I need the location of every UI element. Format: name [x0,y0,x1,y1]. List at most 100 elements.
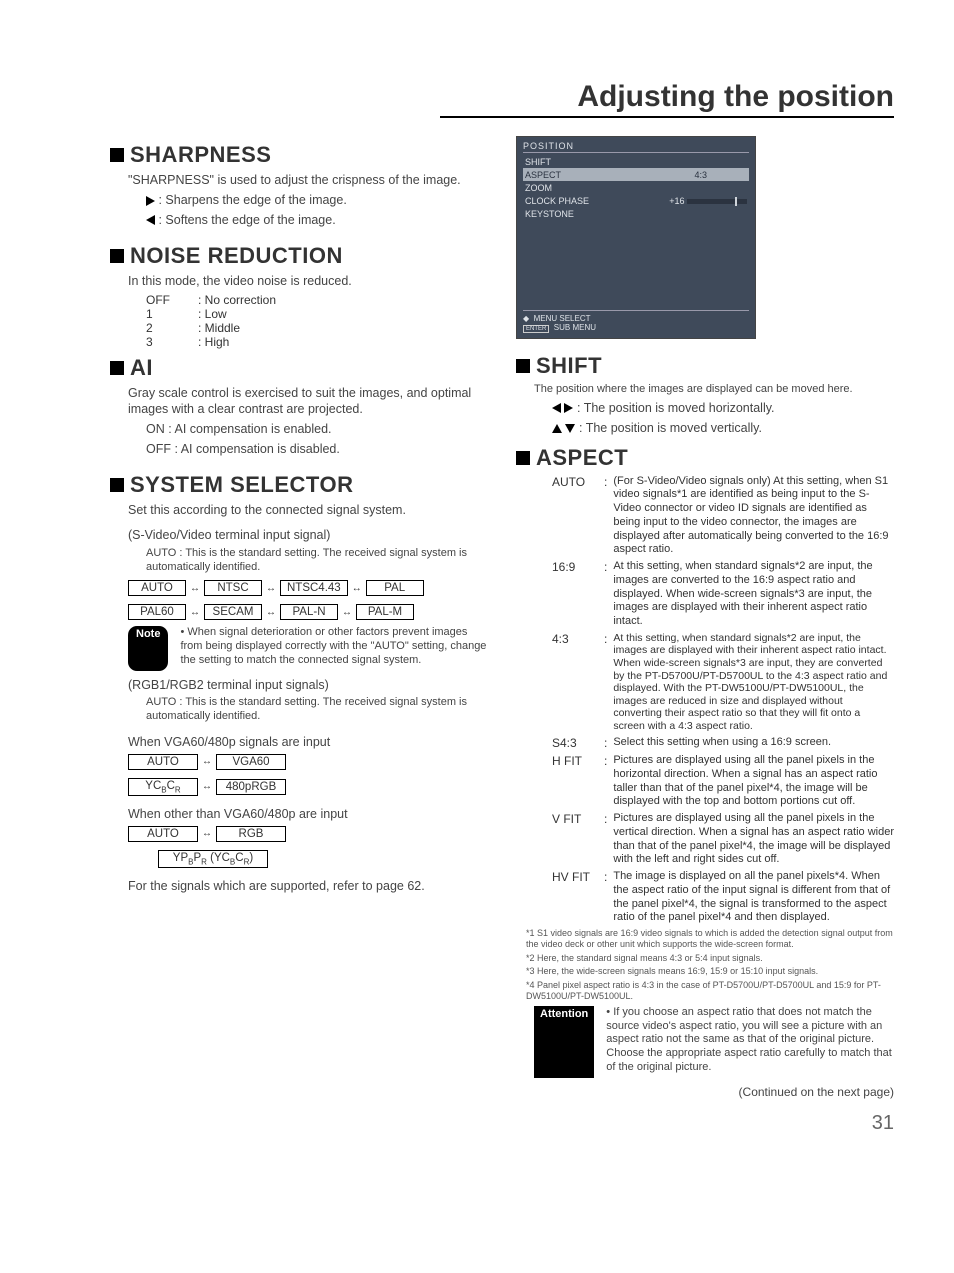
ai-body: Gray scale control is exercised to suit … [128,385,488,419]
sys-cell: AUTO [128,754,198,770]
sys-cell: AUTO [128,826,198,842]
osd-label: CLOCK PHASE [525,196,589,206]
square-bullet-icon [516,451,530,465]
list-item: 4:3:At this setting, when standard signa… [552,632,894,733]
osd-screenshot: POSITION SHIFT ASPECT 4:3 ZOOM CLOCK PHAS… [516,136,756,339]
note-badge: Note [128,626,168,670]
osd-label: ZOOM [525,183,552,193]
text: When signal deterioration or other facto… [180,626,486,666]
sys-auto2: AUTO : This is the standard setting. The… [146,696,488,724]
val: The image is displayed on all the panel … [613,870,894,925]
sys-cell: 480pRGB [216,779,286,795]
sys-sv-label: (S-Video/Video terminal input signal) [128,527,488,544]
key: 3 [146,335,190,349]
section-sharpness-head: SHARPNESS [110,142,488,168]
section-title: ASPECT [536,445,628,471]
list-item: 2 : Middle [146,321,488,335]
section-title: AI [130,355,153,381]
page-number: 31 [516,1110,894,1137]
section-title: SHARPNESS [130,142,271,168]
section-title: SYSTEM SELECTOR [130,472,353,498]
text: : The position is moved vertically. [579,421,762,435]
sys-cell: YPBPR (YCBCR) [158,850,268,868]
list-item: 3 : High [146,335,488,349]
section-ai-head: AI [110,355,488,381]
sys-rgb-label: (RGB1/RGB2 terminal input signals) [128,677,488,694]
shift-v: : The position is moved vertically. [552,420,894,437]
section-shift-head: SHIFT [516,353,894,379]
sharpness-right: : Sharpens the edge of the image. [146,192,488,209]
sys-diagram-other: AUTO↔ RGB YPBPR (YCBCR) [128,826,488,868]
osd-label: SHIFT [525,157,551,167]
osd-row: ZOOM [523,181,749,194]
val: : Middle [198,321,240,335]
osd-row-highlight: ASPECT 4:3 [523,168,749,181]
attention-badge: Attention [534,1006,594,1078]
text: : Sharpens the edge of the image. [158,193,346,207]
sys-cell: PAL-M [356,604,414,620]
sys-auto: AUTO : This is the standard setting. The… [146,547,488,575]
square-bullet-icon [110,148,124,162]
osd-value: 4:3 [694,170,747,180]
osd-foot-text: MENU SELECT [534,314,591,323]
shift-body: The position where the images are displa… [534,383,894,397]
page-title: Adjusting the position [440,80,894,118]
val: Select this setting when using a 16:9 sc… [613,736,894,752]
vga-label: When VGA60/480p signals are input [128,734,488,751]
list-item: V FIT:Pictures are displayed using all t… [552,812,894,867]
noise-body: In this mode, the video noise is reduced… [128,273,488,290]
key: 1 [146,307,190,321]
key: V FIT [552,812,598,867]
key: H FIT [552,754,598,809]
footnote: *4 Panel pixel aspect ratio is 4:3 in th… [526,980,894,1002]
val: At this setting, when standard signals*2… [613,632,894,733]
section-aspect-head: ASPECT [516,445,894,471]
key: 4:3 [552,632,598,733]
arrow-right-icon [564,403,573,413]
sys-diagram-sv: AUTO↔ NTSC↔ NTSC4.43↔ PAL PAL60↔ SECAM↔ … [128,580,488,620]
val: Pictures are displayed using all the pan… [613,812,894,867]
osd-foot-text: SUB MENU [554,323,596,332]
list-item: S4:3:Select this setting when using a 16… [552,736,894,752]
key: AUTO [552,475,598,558]
note-text: • When signal deterioration or other fac… [180,626,488,667]
sys-cell: NTSC4.43 [280,580,348,596]
section-noise-head: NOISE REDUCTION [110,243,488,269]
val: At this setting, when standard signals*2… [613,560,894,629]
list-item: 1: Low [146,307,488,321]
text: : Softens the edge of the image. [158,213,335,227]
key: 2 [146,321,190,335]
footnote: *2 Here, the standard signal means 4:3 o… [526,953,894,964]
square-bullet-icon [110,249,124,263]
val: (For S-Video/Video signals only) At this… [613,475,894,558]
list-item: H FIT:Pictures are displayed using all t… [552,754,894,809]
section-title: NOISE REDUCTION [130,243,343,269]
footnote: *3 Here, the wide-screen signals means 1… [526,966,894,977]
key: OFF [146,293,190,307]
right-column: POSITION SHIFT ASPECT 4:3 ZOOM CLOCK PHAS… [516,136,894,1140]
section-title: SHIFT [536,353,602,379]
sys-diagram-vga: AUTO↔ VGA60 YCBCR↔ 480pRGB [128,754,488,796]
sys-cell: AUTO [128,580,186,596]
key: 16:9 [552,560,598,629]
val: : High [198,335,229,349]
sys-cell: PAL [366,580,424,596]
list-item: 16:9:At this setting, when standard sign… [552,560,894,629]
shift-h: : The position is moved horizontally. [552,400,894,417]
attention-text: • If you choose an aspect ratio that doe… [606,1006,894,1075]
osd-footer: ◆ MENU SELECT ENTER SUB MENU [523,310,749,332]
sys-cell: YCBCR [128,778,198,796]
val: : No correction [198,293,276,307]
arrow-left-icon [146,215,155,225]
osd-label: ASPECT [525,170,561,180]
slider-icon [687,199,747,204]
sharpness-left: : Softens the edge of the image. [146,212,488,229]
other-label: When other than VGA60/480p are input [128,806,488,823]
sys-cell: PAL-N [280,604,338,620]
square-bullet-icon [110,361,124,375]
list-item: AUTO:(For S-Video/Video signals only) At… [552,475,894,558]
square-bullet-icon [110,478,124,492]
osd-title: POSITION [523,141,749,153]
sys-cell: VGA60 [216,754,286,770]
list-item: HV FIT:The image is displayed on all the… [552,870,894,925]
